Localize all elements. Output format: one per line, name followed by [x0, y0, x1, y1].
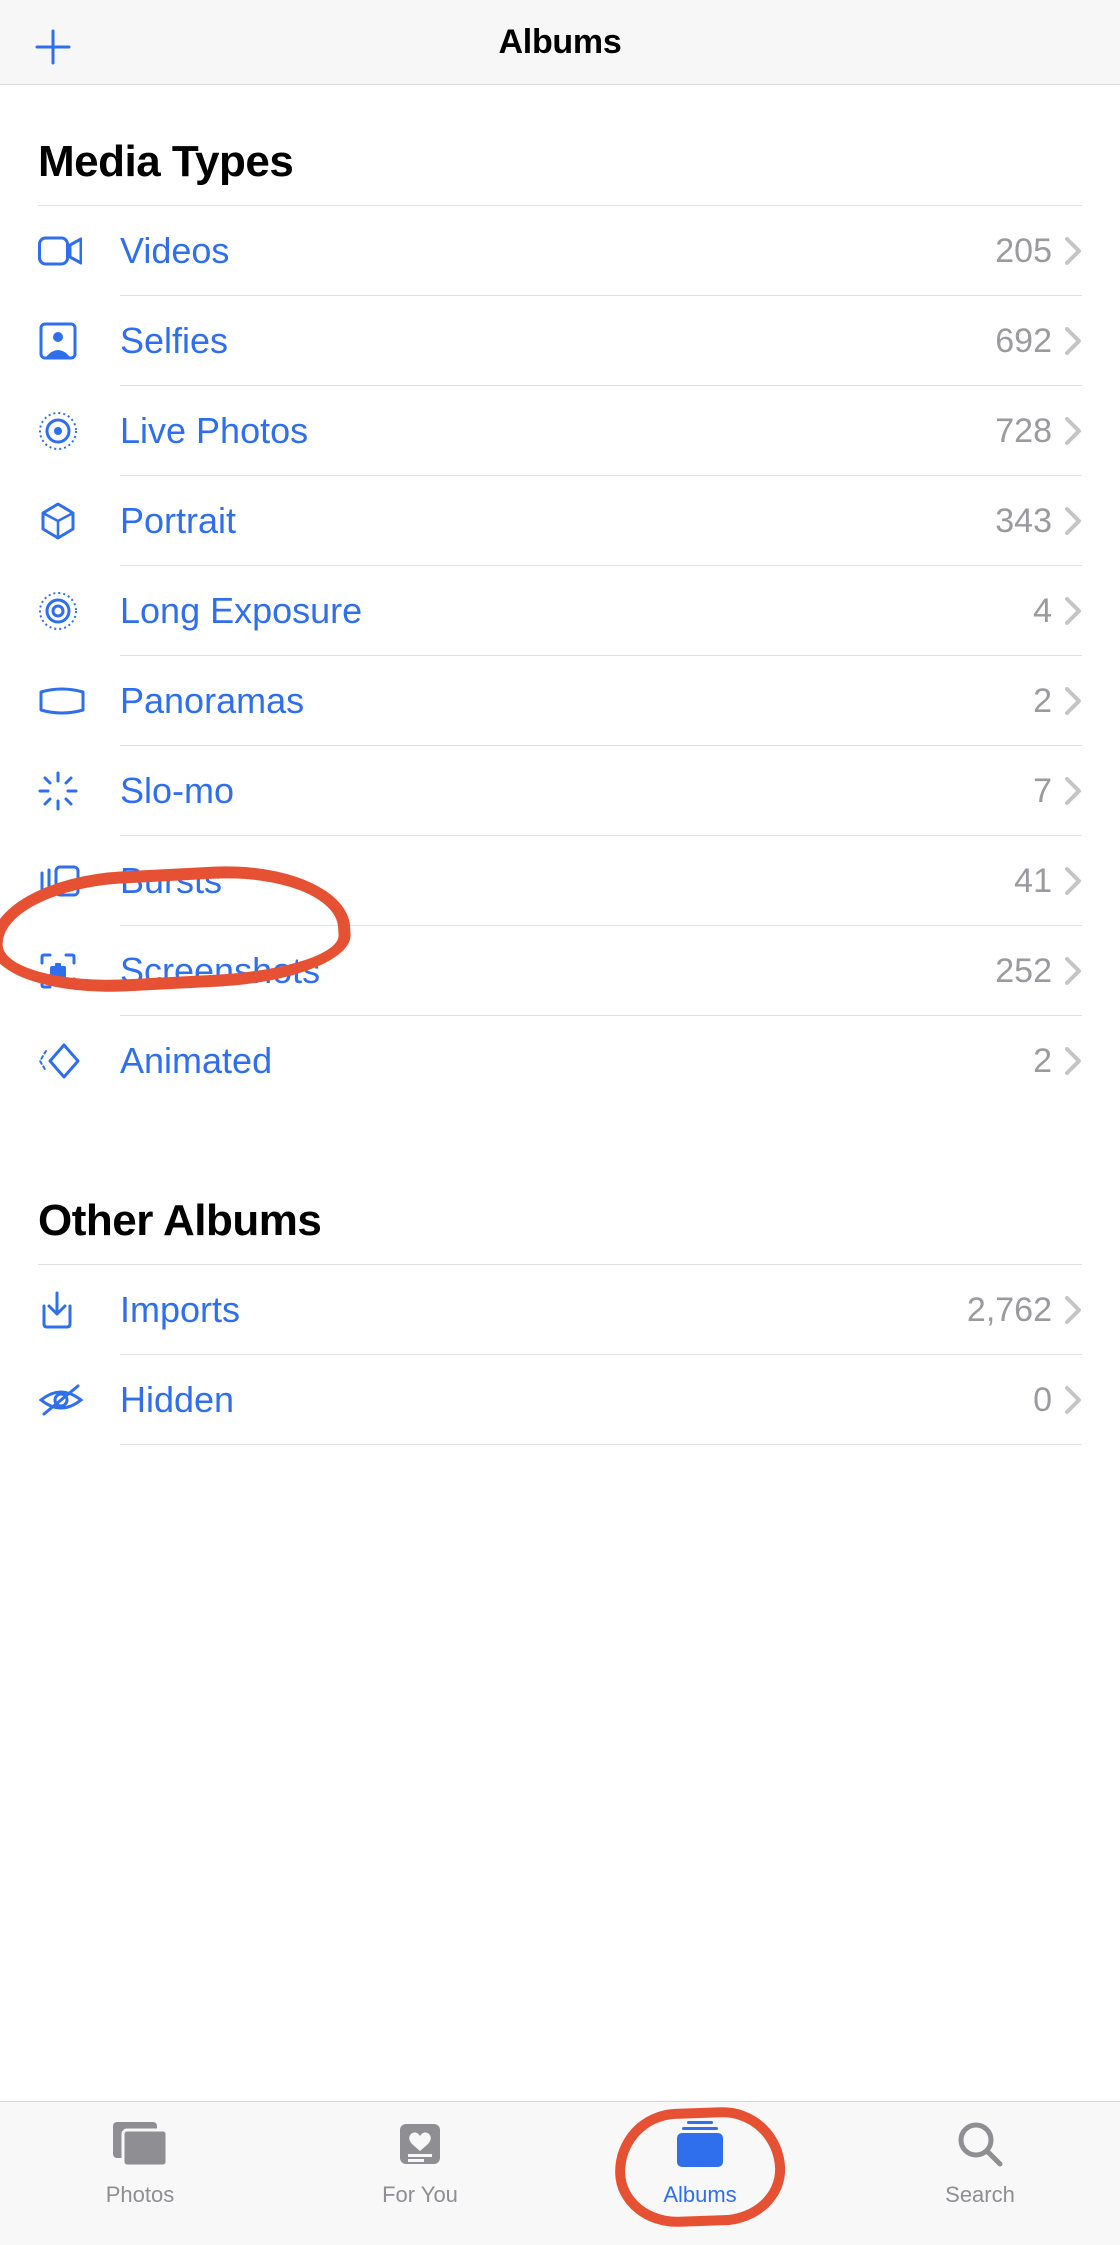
livephoto-icon: [38, 411, 78, 451]
chevron-right-icon: [1064, 776, 1082, 806]
section-media-types: Media Types Videos 205 Selfies 692 Live …: [0, 137, 1120, 1106]
panorama-icon: [38, 686, 86, 716]
row-label: Imports: [120, 1289, 967, 1331]
row-label: Videos: [120, 230, 995, 272]
tab-label: Search: [945, 2182, 1015, 2208]
row-slomo[interactable]: Slo-mo 7: [38, 746, 1082, 836]
chevron-right-icon: [1064, 416, 1082, 446]
row-count: 252: [995, 952, 1052, 991]
row-label: Hidden: [120, 1379, 1033, 1421]
row-live-photos[interactable]: Live Photos 728: [38, 386, 1082, 476]
row-imports[interactable]: Imports 2,762: [38, 1265, 1082, 1355]
plus-icon: [33, 27, 73, 67]
row-label: Animated: [120, 1040, 1033, 1082]
row-label: Live Photos: [120, 410, 995, 452]
tab-label: For You: [382, 2182, 458, 2208]
hidden-icon: [38, 1382, 84, 1418]
row-count: 692: [995, 322, 1052, 361]
slomo-icon: [38, 771, 78, 811]
row-count: 728: [995, 412, 1052, 451]
row-label: Slo-mo: [120, 770, 1033, 812]
tab-foryou[interactable]: For You: [280, 2102, 560, 2245]
row-panoramas[interactable]: Panoramas 2: [38, 656, 1082, 746]
tab-label: Photos: [106, 2182, 175, 2208]
row-count: 7: [1033, 772, 1052, 811]
chevron-right-icon: [1064, 506, 1082, 536]
chevron-right-icon: [1064, 866, 1082, 896]
row-label: Portrait: [120, 500, 995, 542]
row-count: 2,762: [967, 1291, 1052, 1330]
chevron-right-icon: [1064, 1385, 1082, 1415]
row-hidden[interactable]: Hidden 0: [38, 1355, 1082, 1445]
video-icon: [38, 235, 82, 267]
chevron-right-icon: [1064, 1046, 1082, 1076]
row-count: 41: [1014, 862, 1052, 901]
row-label: Selfies: [120, 320, 995, 362]
tab-albums[interactable]: Albums: [560, 2102, 840, 2245]
foryou-tab-icon: [394, 2116, 446, 2172]
tab-label: Albums: [663, 2182, 736, 2208]
row-bursts[interactable]: Bursts 41: [38, 836, 1082, 926]
portrait-icon: [38, 501, 78, 541]
row-count: 205: [995, 232, 1052, 271]
tab-bar: Photos For You Albums Search: [0, 2101, 1120, 2245]
section-other-albums: Other Albums Imports 2,762 Hidden 0: [0, 1196, 1120, 1445]
animated-icon: [38, 1041, 82, 1081]
row-selfies[interactable]: Selfies 692: [38, 296, 1082, 386]
tab-photos[interactable]: Photos: [0, 2102, 280, 2245]
chevron-right-icon: [1064, 1295, 1082, 1325]
add-button[interactable]: [28, 22, 78, 72]
row-screenshots[interactable]: Screenshots 252: [38, 926, 1082, 1016]
row-animated[interactable]: Animated 2: [38, 1016, 1082, 1106]
longexposure-icon: [38, 591, 78, 631]
chevron-right-icon: [1064, 326, 1082, 356]
row-label: Long Exposure: [120, 590, 1033, 632]
tab-search[interactable]: Search: [840, 2102, 1120, 2245]
page-title: Albums: [0, 23, 1120, 62]
row-count: 343: [995, 502, 1052, 541]
albums-tab-icon: [671, 2116, 729, 2172]
row-portrait[interactable]: Portrait 343: [38, 476, 1082, 566]
row-count: 4: [1033, 592, 1052, 631]
section-title-media-types: Media Types: [38, 137, 1082, 187]
photos-tab-icon: [109, 2116, 171, 2172]
selfie-icon: [38, 321, 78, 361]
chevron-right-icon: [1064, 596, 1082, 626]
chevron-right-icon: [1064, 236, 1082, 266]
row-label: Panoramas: [120, 680, 1033, 722]
row-label: Bursts: [120, 860, 1014, 902]
chevron-right-icon: [1064, 956, 1082, 986]
chevron-right-icon: [1064, 686, 1082, 716]
screenshot-icon: [38, 951, 78, 991]
row-count: 0: [1033, 1381, 1052, 1420]
row-count: 2: [1033, 1042, 1052, 1081]
row-videos[interactable]: Videos 205: [38, 206, 1082, 296]
row-long-exposure[interactable]: Long Exposure 4: [38, 566, 1082, 656]
row-label: Screenshots: [120, 950, 995, 992]
section-title-other-albums: Other Albums: [38, 1196, 1082, 1246]
imports-icon: [38, 1290, 76, 1330]
burst-icon: [38, 861, 82, 901]
search-tab-icon: [954, 2116, 1006, 2172]
nav-header: Albums: [0, 0, 1120, 85]
row-count: 2: [1033, 682, 1052, 721]
